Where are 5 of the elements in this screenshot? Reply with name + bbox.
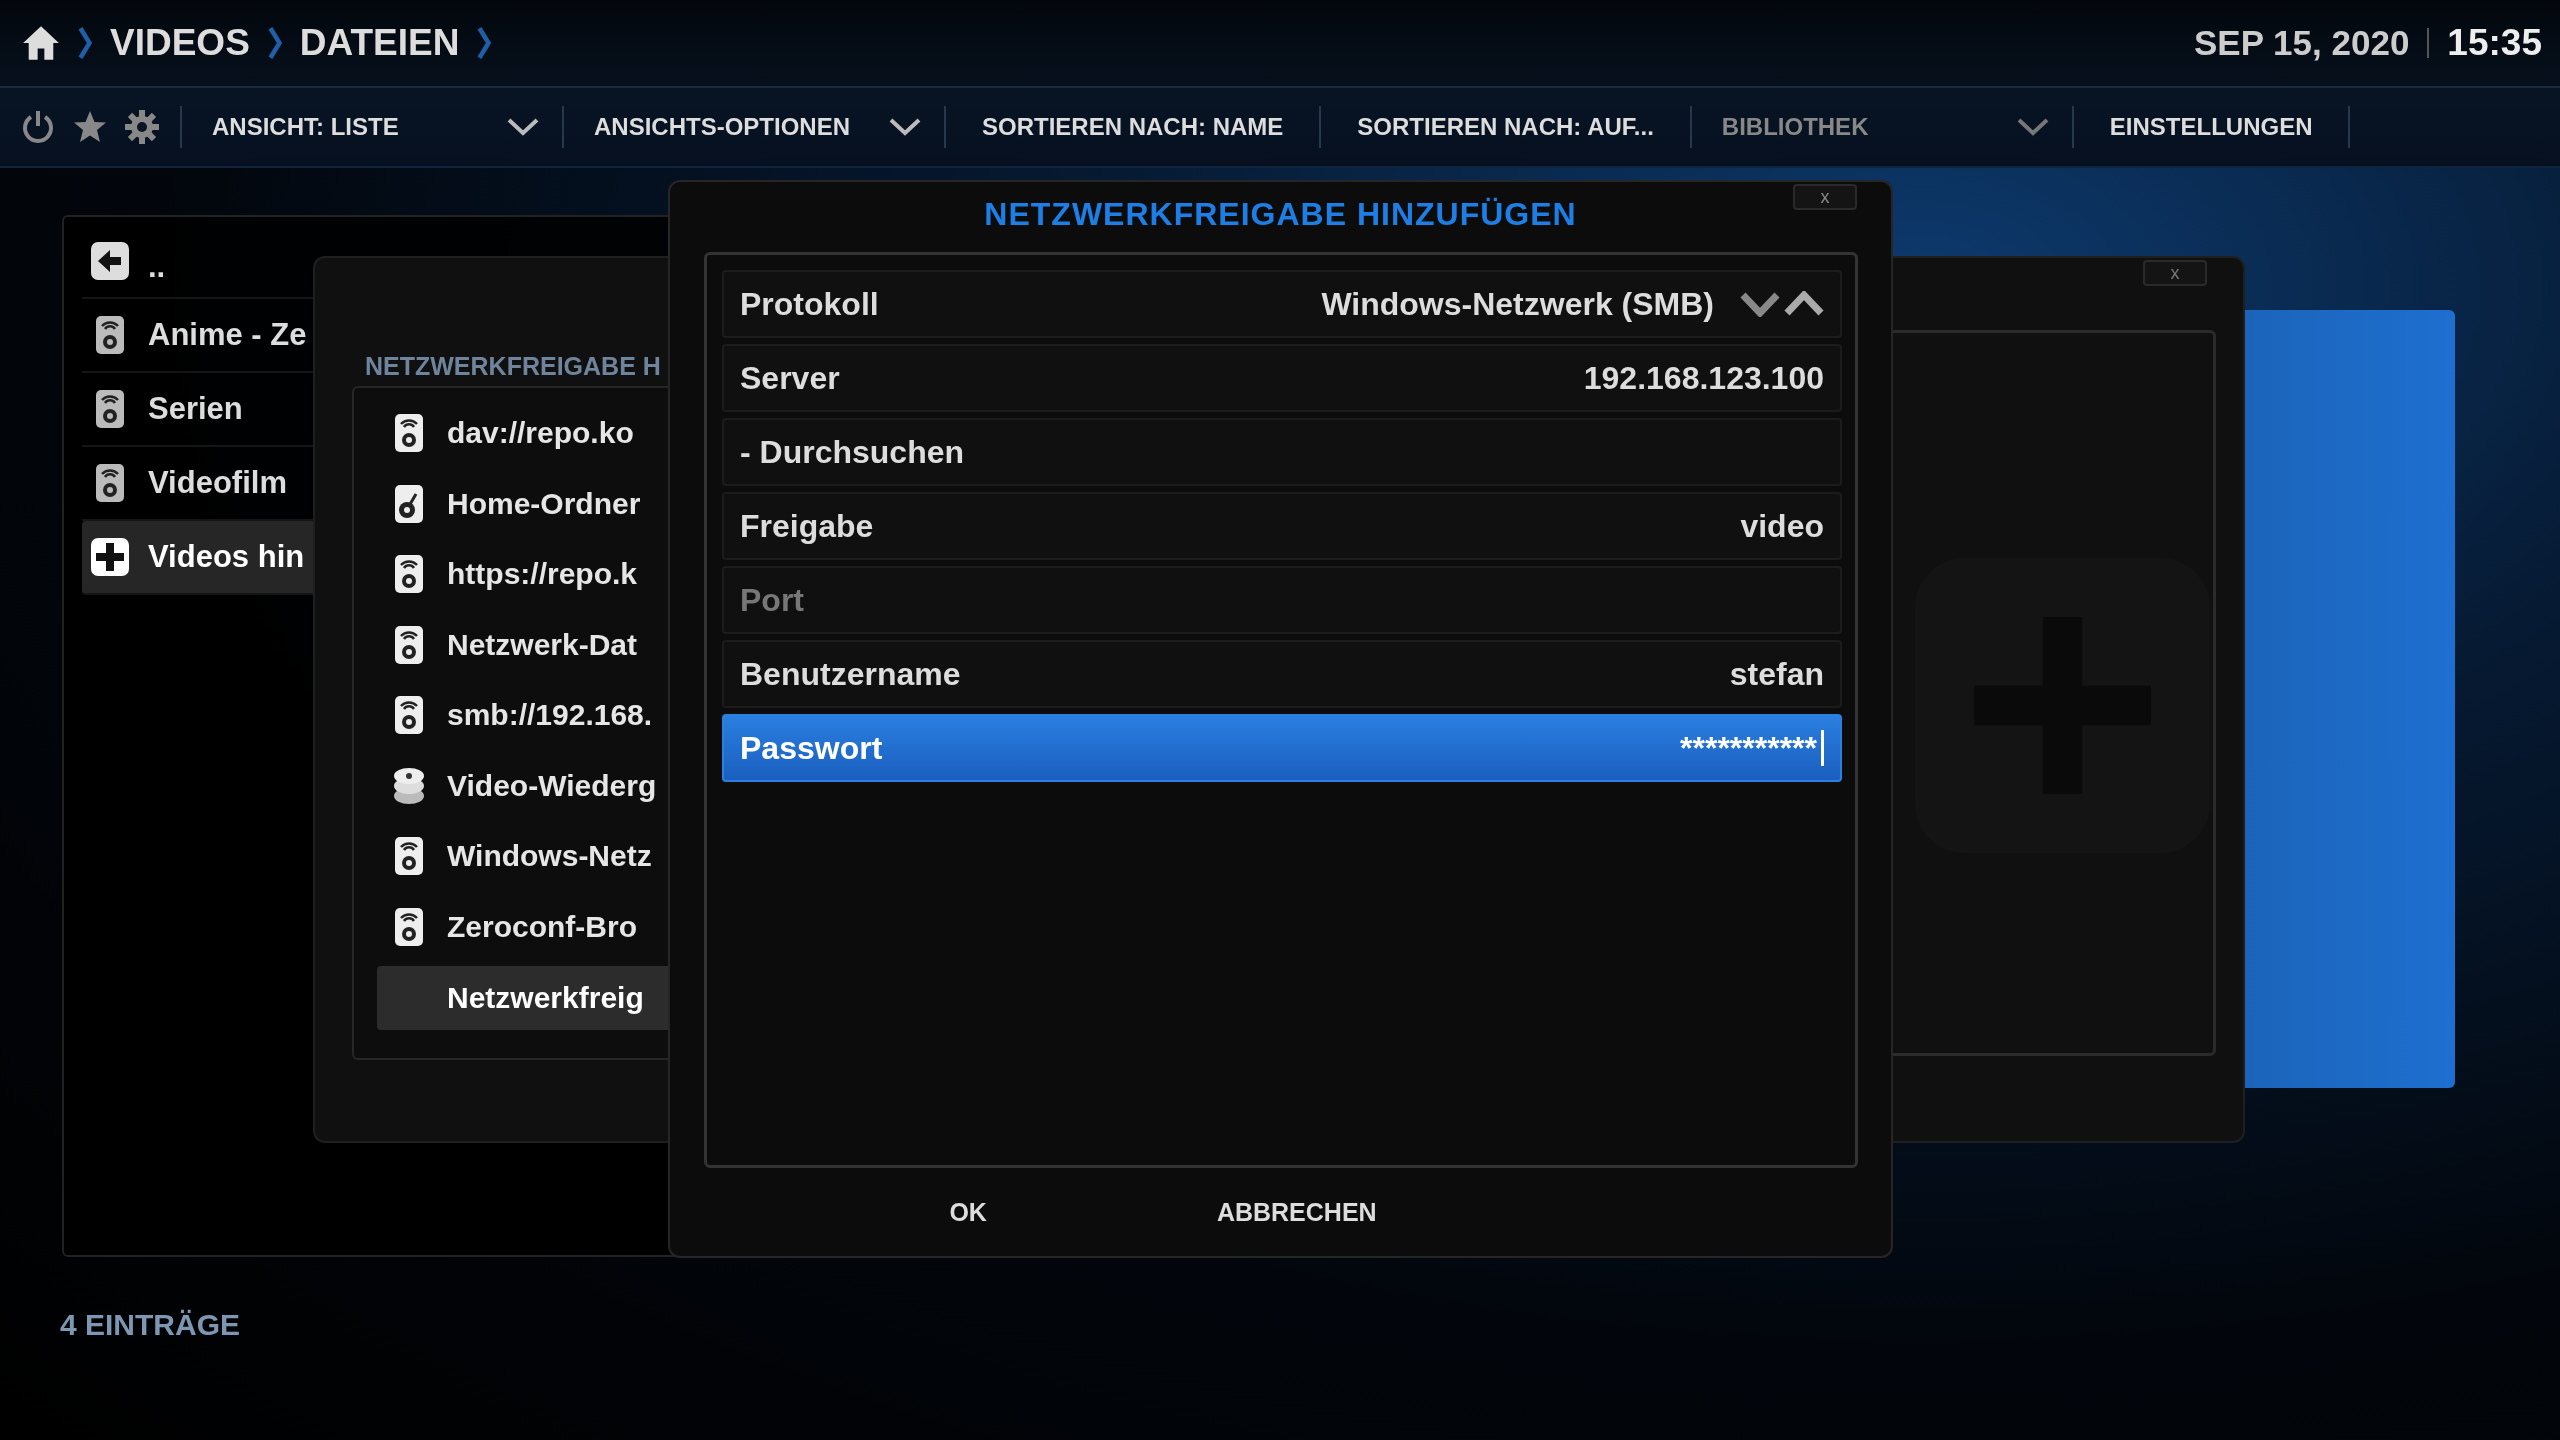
dialog-title: NETZWERKFREIGABE HINZUFÜGEN: [984, 195, 1577, 233]
date-text: SEP 15, 2020: [2194, 23, 2410, 63]
status-text: 4 EINTRÄGE: [60, 1308, 241, 1342]
list-title: NETZWERKFREIGABE H: [365, 352, 661, 381]
time-text: 15:35: [2447, 22, 2542, 64]
